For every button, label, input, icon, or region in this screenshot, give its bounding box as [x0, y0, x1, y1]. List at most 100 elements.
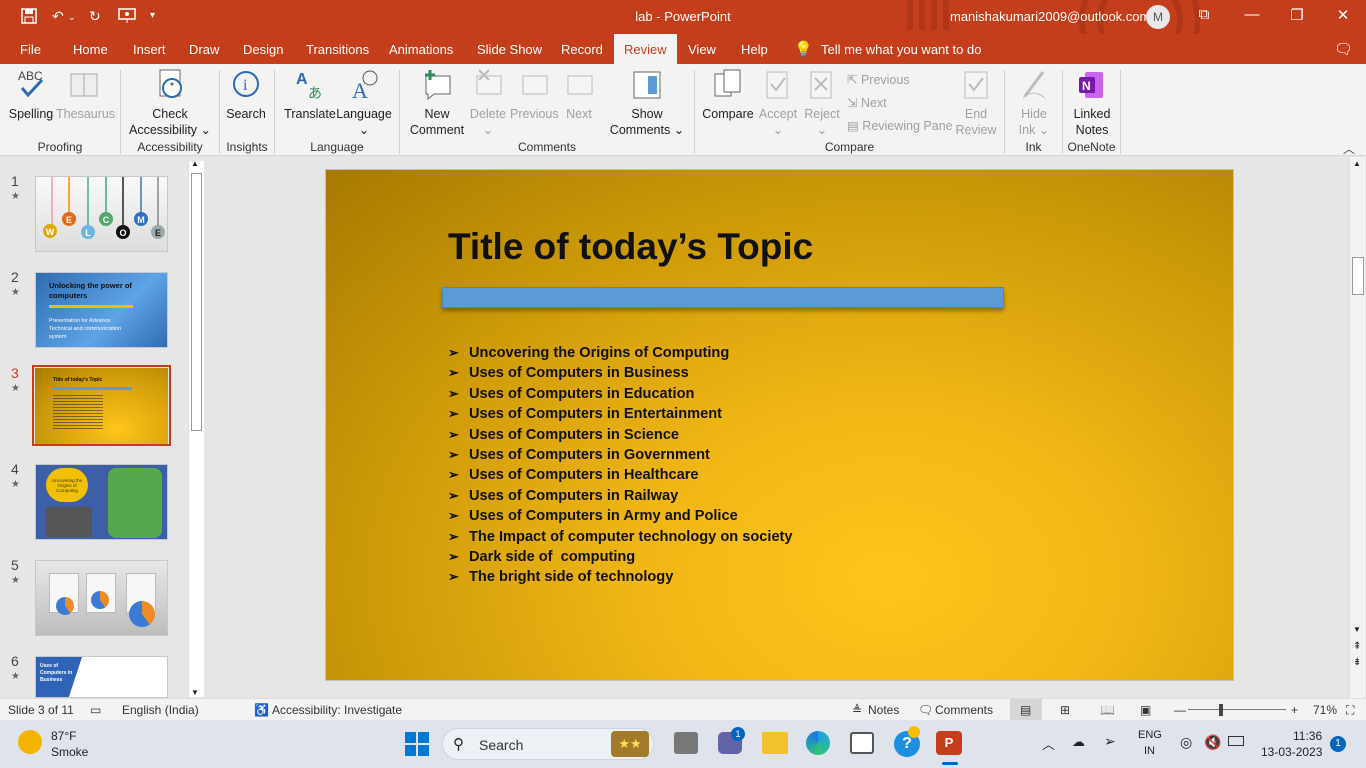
weather-temp[interactable]: 87°F — [51, 729, 76, 743]
customize-qat-icon[interactable]: ▾ — [150, 10, 155, 21]
thumbnail-slide-4[interactable]: Uncovering the Origins of Computing — [35, 464, 168, 540]
undo-icon[interactable]: ↶ — [52, 8, 64, 25]
search-button[interactable]: i Search — [224, 68, 268, 122]
tray-chevron-icon[interactable]: ︿ — [1042, 734, 1055, 753]
zoom-out-icon[interactable]: — — [1174, 703, 1186, 717]
notes-view-icon[interactable]: ▭ — [90, 703, 101, 717]
clock-date[interactable]: 13-03-2023 — [1261, 745, 1322, 759]
translate-button[interactable]: Aあ Translate — [284, 68, 336, 122]
tab-help[interactable]: Help — [741, 42, 768, 57]
bullet-item[interactable]: ➢ Uses of Computers in Entertainment — [448, 404, 793, 424]
previous-change-button[interactable]: ⇱ Previous — [847, 72, 910, 87]
undo-dropdown-icon[interactable]: ⌄ — [68, 12, 76, 23]
linked-notes-button[interactable]: N Linked Notes — [1068, 68, 1116, 138]
user-email[interactable]: manishakumari2009@outlook.com — [950, 9, 1150, 24]
bullet-item[interactable]: ➢ Uses of Computers in Healthcare — [448, 465, 793, 485]
lang-secondary[interactable]: IN — [1144, 745, 1155, 757]
bullet-item[interactable]: ➢ Uses of Computers in Education — [448, 384, 793, 404]
slide-title[interactable]: Title of today’s Topic — [448, 226, 813, 268]
tab-slide-show[interactable]: Slide Show — [477, 42, 542, 57]
bullet-item[interactable]: ➢ Uses of Computers in Railway — [448, 486, 793, 506]
next-slide-icon[interactable]: ⇟ — [1353, 657, 1361, 668]
tab-design[interactable]: Design — [243, 42, 283, 57]
slide-counter[interactable]: Slide 3 of 11 — [8, 703, 74, 717]
lang-primary[interactable]: ENG — [1138, 729, 1162, 741]
thumbnail-scroll-thumb[interactable] — [191, 173, 202, 431]
previous-slide-icon[interactable]: ⇞ — [1353, 641, 1361, 652]
thesaurus-button[interactable]: Thesaurus — [56, 68, 115, 122]
hide-ink-button[interactable]: Hide Ink ⌄ — [1012, 68, 1056, 138]
tab-record[interactable]: Record — [561, 42, 603, 57]
powerpoint-taskbar-icon[interactable]: P — [936, 731, 962, 755]
tab-animations[interactable]: Animations — [389, 42, 453, 57]
reject-button[interactable]: Reject ⌄ — [802, 68, 842, 138]
accept-button[interactable]: Accept ⌄ — [756, 68, 800, 138]
tab-view[interactable]: View — [688, 42, 716, 57]
new-comment-button[interactable]: New Comment — [408, 68, 466, 138]
clock-time[interactable]: 11:36 — [1293, 729, 1322, 743]
notification-badge[interactable]: 1 — [1330, 736, 1346, 752]
scroll-up-icon[interactable]: ▲ — [1353, 159, 1361, 168]
bullet-item[interactable]: ➢ The Impact of computer technology on so… — [448, 527, 793, 547]
thumbnail-slide-5[interactable] — [35, 560, 168, 636]
reading-view-icon[interactable]: 📖 — [1100, 703, 1115, 717]
edge-icon[interactable] — [806, 731, 830, 755]
bullet-item[interactable]: ➢ Uses of Computers in Army and Police — [448, 506, 793, 526]
slide-bullet-list[interactable]: ➢ Uncovering the Origins of Computing ➢ Us… — [448, 343, 793, 588]
thumbnail-slide-1[interactable]: W E L C O M E — [35, 176, 168, 252]
slide-canvas[interactable]: Title of today’s Topic ➢ Uncovering the O… — [325, 169, 1234, 681]
comments-panel-icon[interactable]: 🗨 — [1334, 40, 1353, 58]
avatar[interactable]: M — [1146, 5, 1170, 29]
tab-review[interactable]: Review — [614, 34, 677, 64]
onedrive-icon[interactable]: ☁ — [1072, 734, 1085, 750]
zoom-in-icon[interactable]: + — [1291, 703, 1298, 717]
ribbon-display-icon[interactable]: ⧉ — [1189, 6, 1219, 23]
file-explorer-icon[interactable] — [762, 732, 788, 754]
notes-button[interactable]: Notes — [868, 703, 899, 717]
slide-blue-bar[interactable] — [442, 287, 1004, 308]
check-accessibility-button[interactable]: Check Accessibility ⌄ — [128, 68, 212, 138]
task-view-icon[interactable] — [674, 732, 698, 754]
next-comment-button[interactable]: Next — [560, 68, 598, 122]
language-button[interactable]: A Language ⌄ — [336, 68, 392, 138]
tab-draw[interactable]: Draw — [189, 42, 219, 57]
restore-icon[interactable]: ❐ — [1282, 6, 1312, 24]
slideshow-view-icon[interactable]: ▣ — [1140, 703, 1151, 717]
collapse-ribbon-icon[interactable]: ︿ — [1343, 140, 1355, 157]
editor-scroll-thumb[interactable] — [1352, 257, 1364, 295]
scroll-down-icon[interactable]: ▼ — [191, 688, 199, 697]
previous-comment-button[interactable]: Previous — [510, 68, 559, 122]
spelling-button[interactable]: ABC Spelling — [8, 68, 54, 122]
comments-button[interactable]: Comments — [935, 703, 993, 717]
scroll-down-icon[interactable]: ▼ — [1353, 625, 1361, 634]
end-review-button[interactable]: End Review — [954, 68, 998, 138]
zoom-level[interactable]: 71% — [1313, 703, 1337, 717]
present-icon[interactable] — [118, 8, 136, 27]
location-icon[interactable]: ➢ — [1104, 733, 1116, 750]
volume-icon[interactable]: 🔇 — [1204, 734, 1221, 751]
next-change-button[interactable]: ⇲ Next — [847, 95, 887, 110]
store-icon[interactable] — [850, 732, 874, 754]
editor-scrollbar[interactable]: ▲ ▼ ⇞ ⇟ — [1349, 157, 1365, 698]
zoom-slider-thumb[interactable] — [1219, 704, 1223, 716]
compare-button[interactable]: Compare — [702, 68, 754, 122]
bullet-item[interactable]: ➢ Uses of Computers in Science — [448, 425, 793, 445]
thumbnail-slide-3[interactable]: Title of today's Topic — [35, 368, 168, 444]
slide-sorter-icon[interactable]: ⊞ — [1060, 703, 1070, 717]
taskbar-search[interactable]: ⚲ Search ★★ — [442, 728, 654, 760]
save-icon[interactable] — [21, 8, 37, 27]
tab-insert[interactable]: Insert — [133, 42, 166, 57]
fit-slide-icon[interactable]: ⛶ — [1346, 703, 1354, 718]
delete-comment-button[interactable]: Delete ⌄ — [466, 68, 510, 138]
close-icon[interactable]: ✕ — [1328, 6, 1358, 24]
tab-transitions[interactable]: Transitions — [306, 42, 369, 57]
tell-me-search[interactable]: Tell me what you want to do — [821, 42, 981, 57]
reviewing-pane-button[interactable]: ▤ Reviewing Pane — [847, 118, 953, 133]
bullet-item[interactable]: ➢ Uses of Computers in Business — [448, 363, 793, 383]
thumbnail-slide-2[interactable]: Unlocking the power of computers Present… — [35, 272, 168, 348]
show-comments-button[interactable]: Show Comments ⌄ — [608, 68, 686, 138]
zoom-slider-track[interactable] — [1188, 709, 1286, 710]
thumbnail-slide-6[interactable]: Uses of Computers in Business — [35, 656, 168, 698]
windows-start-icon[interactable] — [405, 732, 429, 759]
wifi-icon[interactable]: ◎ — [1180, 734, 1192, 751]
